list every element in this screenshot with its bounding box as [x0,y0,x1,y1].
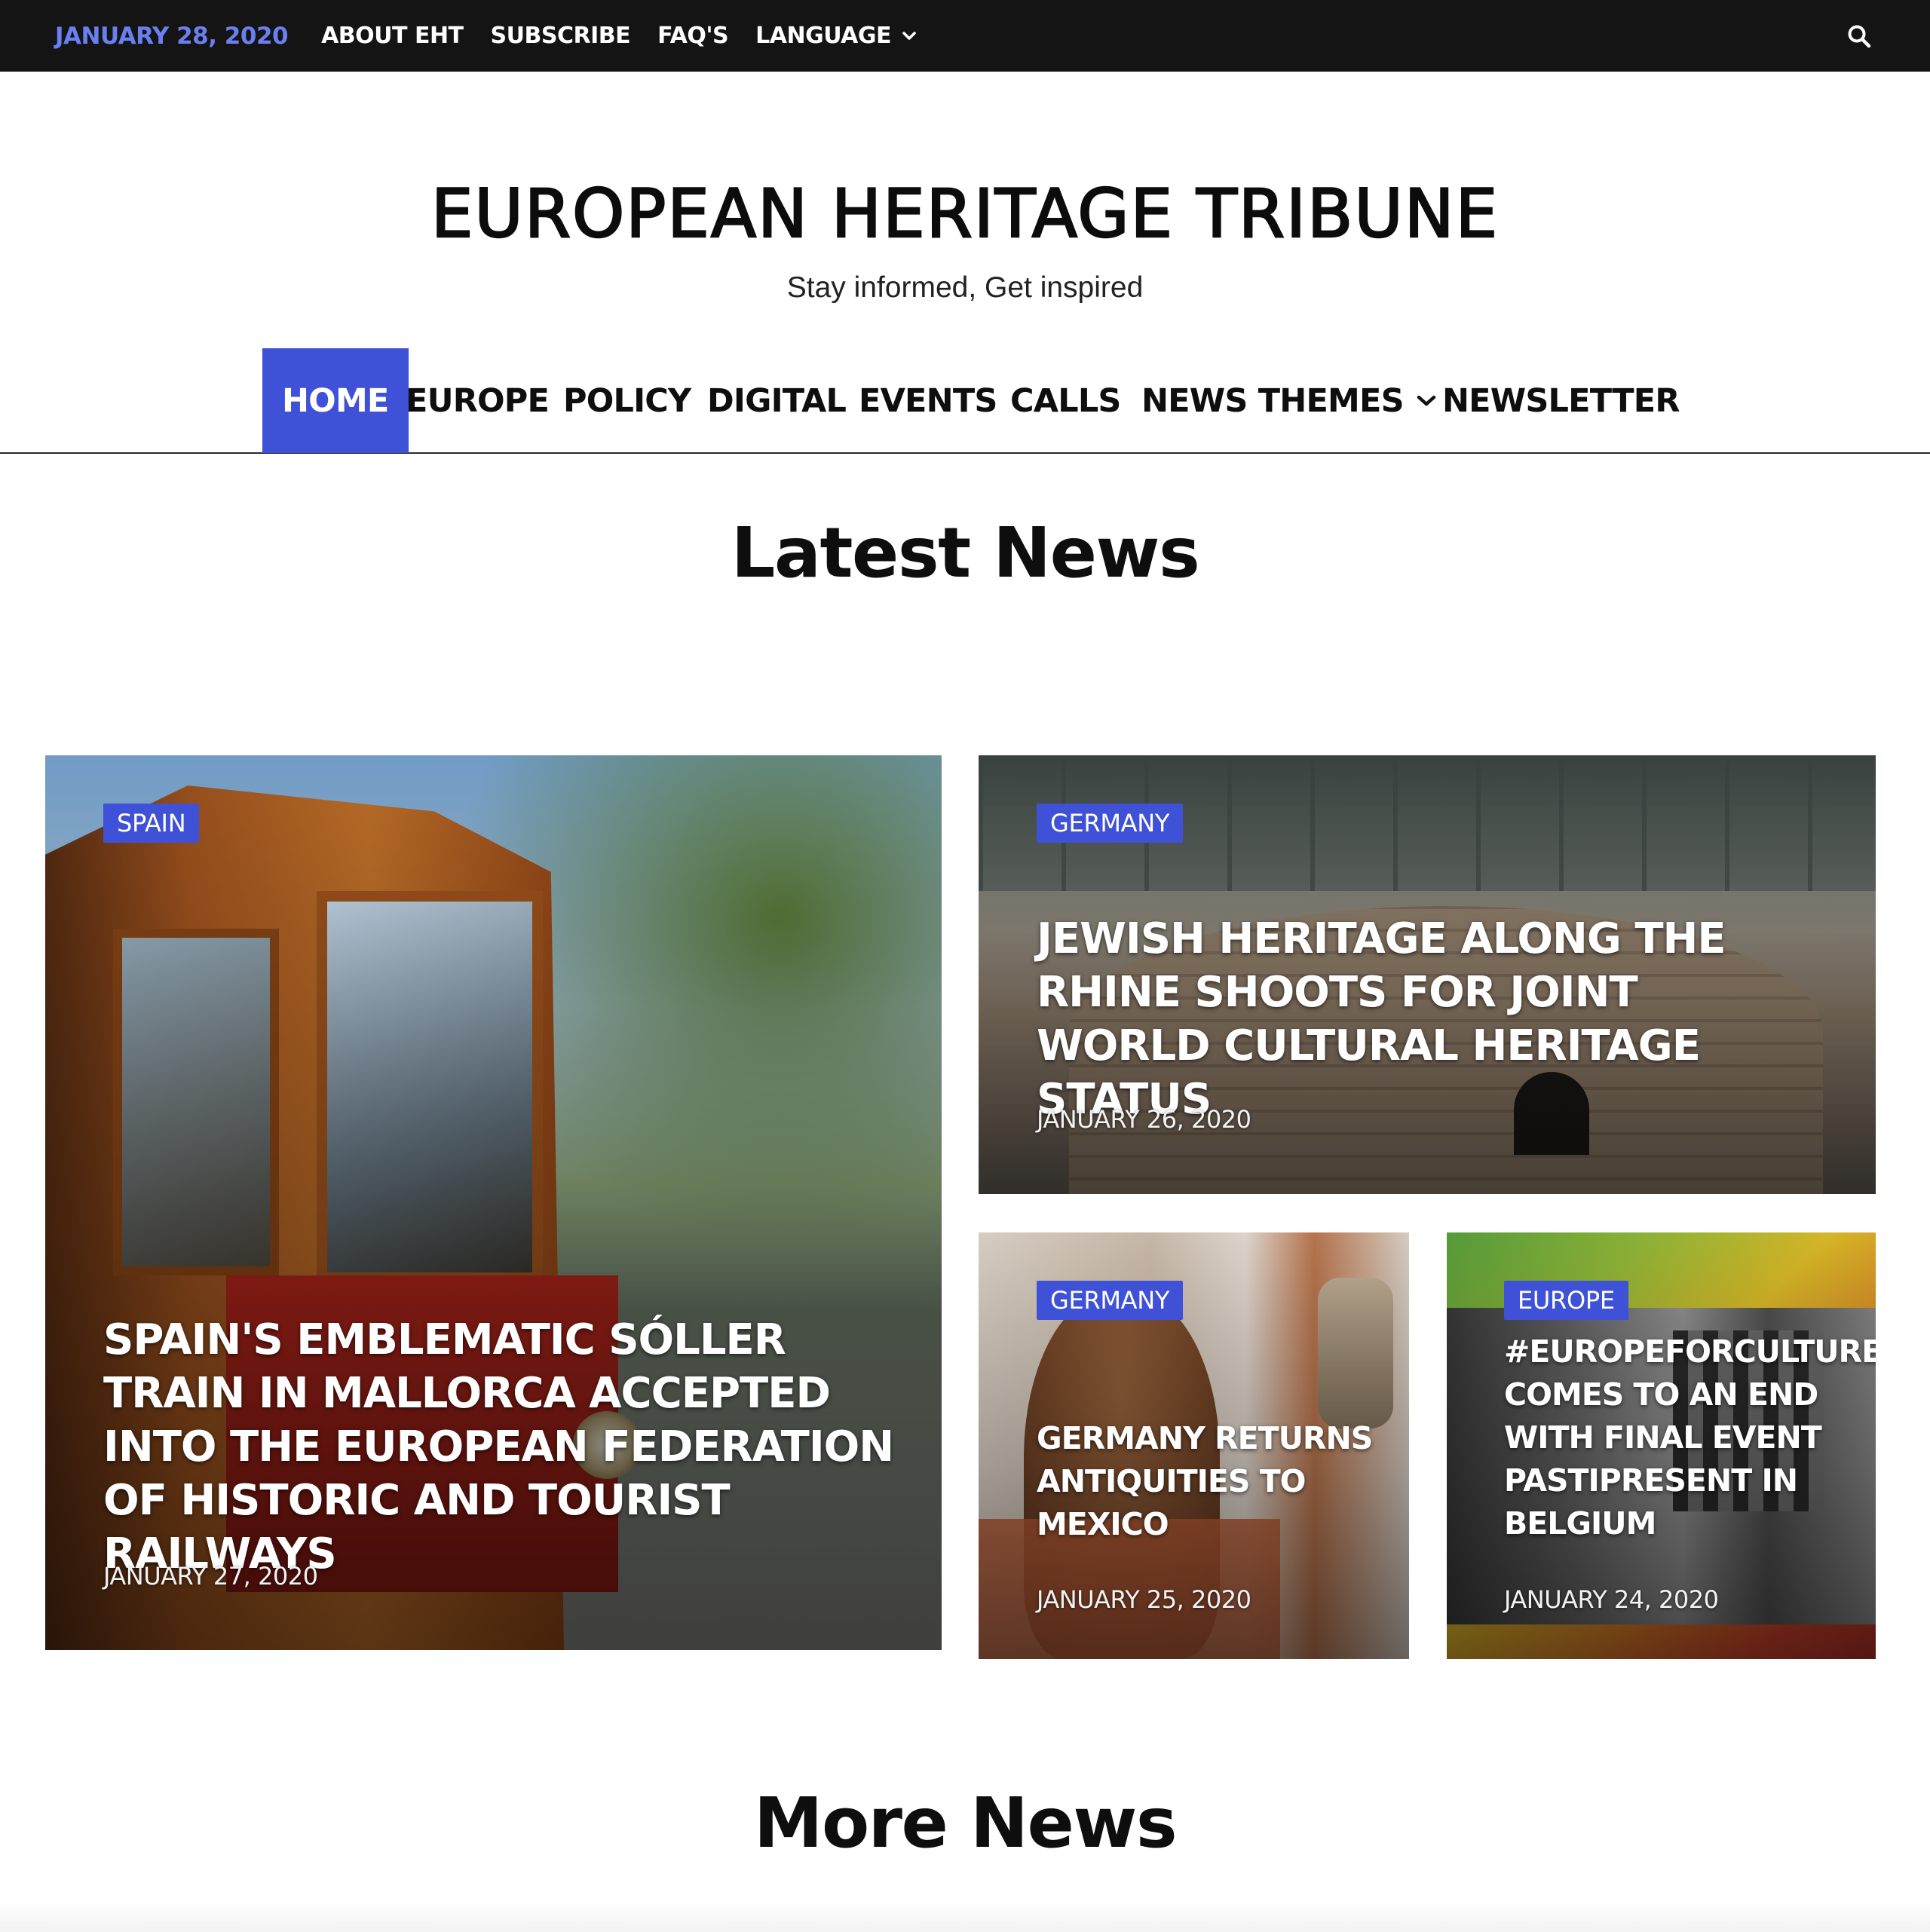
article-title[interactable]: #EUROPEFORCULTURE COMES TO AN END WITH F… [1504,1330,1876,1545]
nav-item-digital[interactable]: DIGITAL [707,348,847,453]
nav-item-europe[interactable]: EUROPE [406,348,550,453]
language-dropdown[interactable]: LANGUAGE [755,23,917,49]
chevron-down-icon [902,31,916,40]
article-date: JANUARY 26, 2020 [1037,1105,1251,1134]
current-date: JANUARY 28, 2020 [55,22,289,50]
search-button[interactable] [1843,20,1876,53]
masthead: EUROPEAN HERITAGE TRIBUNE [0,179,1930,248]
nav-item-news-themes-label: NEWS THEMES [1141,381,1405,420]
nav-item-home[interactable]: HOME [262,348,409,453]
top-bar: JANUARY 28, 2020 ABOUT EHT SUBSCRIBE FAQ… [0,0,1930,72]
site-tagline: Stay informed, Get inspired [786,271,1144,304]
more-news-area [0,1900,1930,1932]
faqs-link[interactable]: FAQ'S [657,23,729,49]
nav-item-newsletter[interactable]: NEWSLETTER [1442,348,1680,453]
article-card-featured[interactable]: SPAIN SPAIN'S EMBLEMATIC SÓLLER TRAIN IN… [45,755,942,1650]
article-title[interactable]: JEWISH HERITAGE ALONG THE RHINE SHOOTS F… [1037,912,1821,1126]
language-label: LANGUAGE [755,23,891,49]
article-title[interactable]: SPAIN'S EMBLEMATIC SÓLLER TRAIN IN MALLO… [103,1313,902,1581]
nav-item-events[interactable]: EVENTS [859,348,997,453]
nav-item-news-themes[interactable]: NEWS THEMES [1141,348,1437,453]
chevron-down-icon [1417,395,1436,406]
about-eht-link[interactable]: ABOUT EHT [321,23,464,49]
article-title[interactable]: GERMANY RETURNS ANTIQUITIES TO MEXICO [1037,1417,1383,1546]
more-news-heading: More News [753,1783,1178,1863]
article-date: JANUARY 25, 2020 [1037,1585,1251,1614]
article-date: JANUARY 24, 2020 [1504,1585,1719,1614]
subscribe-link[interactable]: SUBSCRIBE [491,23,631,49]
site-logo[interactable]: EUROPEAN HERITAGE TRIBUNE [430,179,1499,248]
article-card[interactable]: GERMANY GERMANY RETURNS ANTIQUITIES TO M… [979,1232,1409,1659]
category-badge[interactable]: GERMANY [1037,804,1184,843]
nav-item-calls[interactable]: CALLS [1010,348,1121,453]
main-navigation: HOME EUROPE POLICY DIGITAL EVENTS CALLS … [0,348,1930,454]
category-badge[interactable]: SPAIN [103,804,200,843]
article-card[interactable]: EUROPE #EUROPEFORCULTURE COMES TO AN END… [1447,1232,1876,1659]
category-badge[interactable]: EUROPE [1504,1281,1628,1320]
latest-news-heading: Latest News [731,513,1200,593]
search-icon [1848,25,1871,47]
nav-item-policy[interactable]: POLICY [563,348,691,453]
category-badge[interactable]: GERMANY [1037,1281,1184,1320]
article-card[interactable]: GERMANY JEWISH HERITAGE ALONG THE RHINE … [979,755,1876,1194]
article-date: JANUARY 27, 2020 [103,1562,318,1591]
